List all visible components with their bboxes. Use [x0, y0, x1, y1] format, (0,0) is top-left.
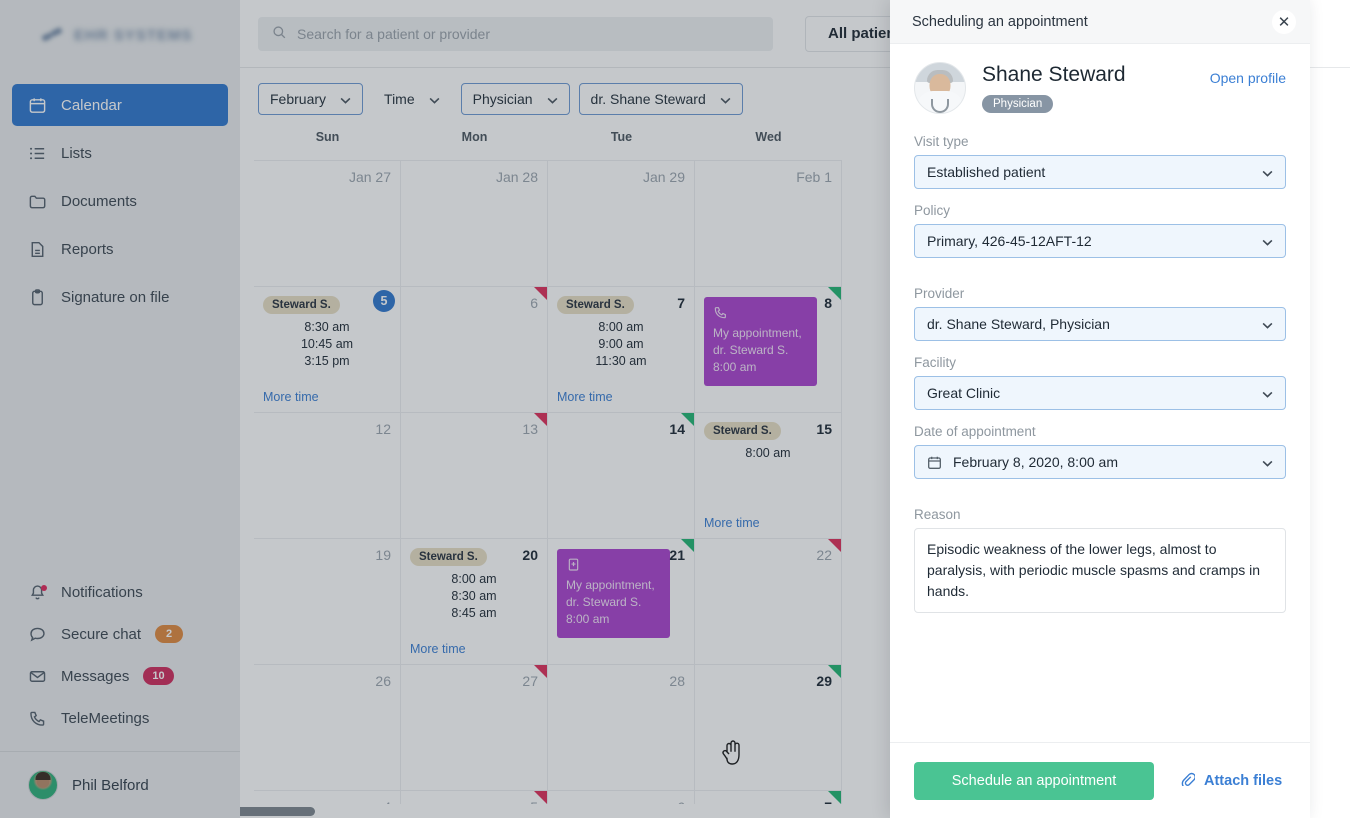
panel-footer: Schedule an appointment Attach files [890, 742, 1310, 818]
policy-select[interactable]: Primary, 426-45-12AFT-12 [914, 224, 1286, 258]
status-badge: Physician [982, 95, 1054, 113]
avatar [914, 62, 966, 114]
chevron-down-icon [1262, 454, 1273, 470]
chevron-down-icon [1262, 233, 1273, 249]
provider-select[interactable]: dr. Shane Steward, Physician [914, 307, 1286, 341]
attach-files-button[interactable]: Attach files [1180, 771, 1282, 790]
policy-value: Primary, 426-45-12AFT-12 [927, 233, 1092, 249]
field-label: Provider [914, 286, 965, 301]
field-facility: Facility Great Clinic [914, 355, 1286, 410]
facility-select[interactable]: Great Clinic [914, 376, 1286, 410]
field-label: Date of appointment [914, 424, 1036, 439]
provider-value: dr. Shane Steward, Physician [927, 316, 1110, 332]
field-policy: Policy Primary, 426-45-12AFT-12 [914, 203, 1286, 258]
field-visit-type: Visit type Established patient [914, 134, 1286, 189]
date-of-appointment-select[interactable]: February 8, 2020, 8:00 am [914, 445, 1286, 479]
physician-name: Shane Steward [982, 63, 1126, 86]
app-root: EHR SYSTEMS Calendar Lists Documents Rep… [0, 0, 1350, 818]
close-icon[interactable]: ✕ [1272, 9, 1296, 34]
physician-summary: Shane Steward Physician Open profile [914, 62, 1286, 114]
field-label: Policy [914, 203, 951, 218]
field-reason: Reason Episodic weakness of the lower le… [914, 507, 1286, 613]
visit-type-value: Established patient [927, 164, 1046, 180]
field-label: Visit type [914, 134, 969, 149]
field-label: Facility [914, 355, 957, 370]
attach-files-label: Attach files [1204, 772, 1283, 789]
field-provider: Provider dr. Shane Steward, Physician [914, 286, 1286, 341]
modal-overlay[interactable] [0, 0, 890, 818]
field-label: Reason [914, 507, 961, 522]
panel-body: Shane Steward Physician Open profile Vis… [890, 44, 1310, 742]
panel-header: Scheduling an appointment ✕ [890, 0, 1310, 44]
chevron-down-icon [1262, 316, 1273, 332]
panel-title: Scheduling an appointment [912, 13, 1088, 30]
calendar-icon [927, 455, 942, 470]
paperclip-icon [1180, 771, 1196, 790]
chevron-down-icon [1262, 385, 1273, 401]
facility-value: Great Clinic [927, 385, 1001, 401]
field-date-of-appointment: Date of appointment February 8, 2020, 8:… [914, 424, 1286, 479]
date-of-appointment-value: February 8, 2020, 8:00 am [953, 454, 1118, 470]
open-profile-link[interactable]: Open profile [1210, 62, 1286, 86]
visit-type-select[interactable]: Established patient [914, 155, 1286, 189]
reason-textarea[interactable]: Episodic weakness of the lower legs, alm… [914, 528, 1286, 613]
scheduling-panel: Scheduling an appointment ✕ Shane Stewar… [890, 0, 1310, 818]
schedule-appointment-button[interactable]: Schedule an appointment [914, 761, 1154, 800]
chevron-down-icon [1262, 164, 1273, 180]
